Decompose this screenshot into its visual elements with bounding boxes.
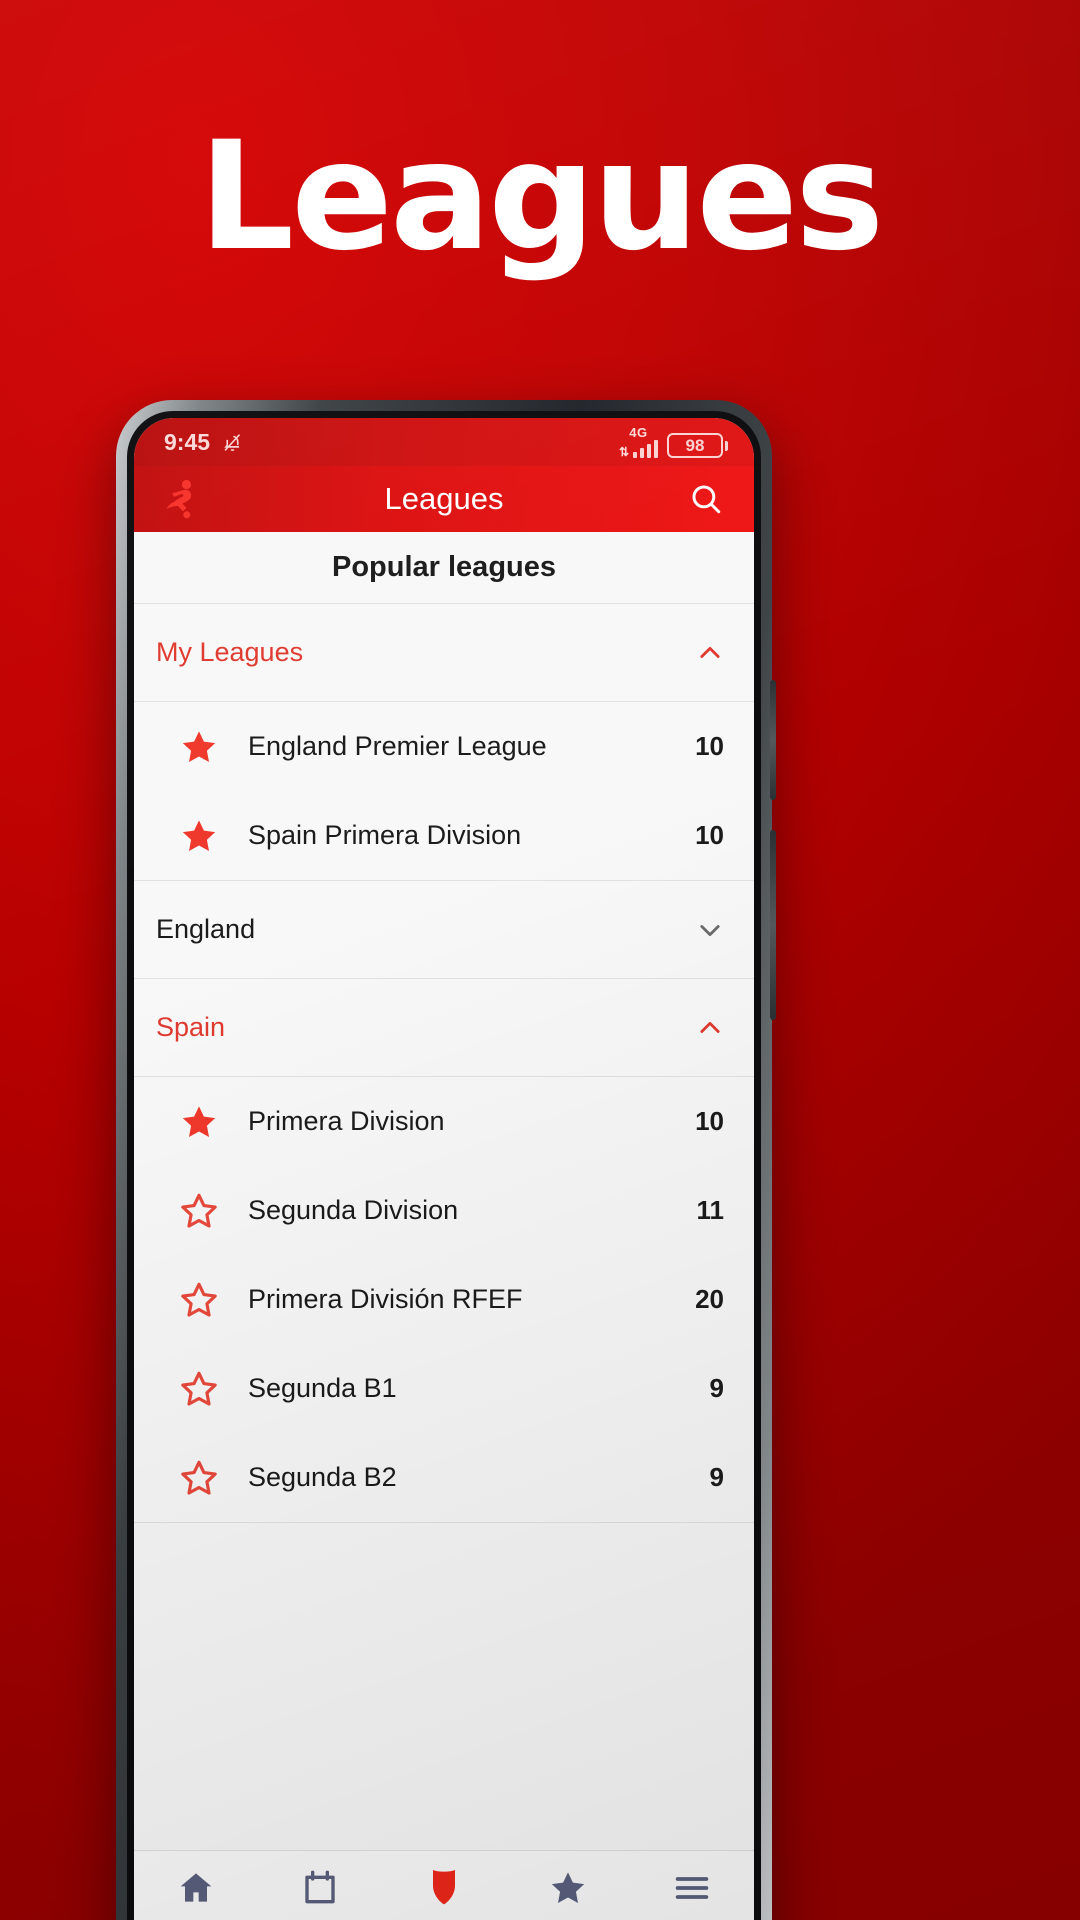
bell-muted-icon (224, 433, 241, 451)
favorite-toggle[interactable] (156, 1369, 242, 1409)
leagues-list[interactable]: Popular leagues My Leagues England Premie… (134, 532, 754, 1850)
hamburger-menu-icon (675, 1877, 709, 1899)
league-count: 20 (695, 1284, 724, 1314)
league-groups-container: My Leagues England Premier League 10 Spain … (134, 604, 754, 1523)
league-name: Segunda Division (248, 1195, 459, 1225)
shield-icon (433, 1870, 455, 1905)
league-group-header-england[interactable]: England (134, 881, 754, 979)
league-name: Spain Primera Division (248, 820, 522, 850)
star-outline-icon (181, 1282, 217, 1317)
league-group-header-spain[interactable]: Spain (134, 979, 754, 1077)
league-row[interactable]: Primera División RFEF 20 (134, 1255, 754, 1344)
league-count: 9 (709, 1462, 724, 1492)
data-arrows-icon: ⇅ (618, 445, 629, 459)
favorite-toggle[interactable] (156, 727, 242, 767)
phone-screen: 9:45 4G ⇅ 98 Leagues Popular leagues My … (134, 418, 754, 1920)
battery-cap (725, 440, 728, 451)
nav-item-home[interactable]: Home (134, 1851, 258, 1920)
power-button[interactable] (770, 830, 776, 1020)
nav-item-label: Predictions (263, 1916, 377, 1920)
search-button[interactable] (684, 477, 728, 521)
promo-headline: Leagues (198, 110, 885, 284)
signal-bar (633, 452, 637, 458)
league-count: 10 (695, 731, 724, 761)
signal-bar (640, 448, 644, 458)
nav-item-label: Home (165, 1916, 226, 1920)
chevron-down-icon (700, 924, 720, 936)
league-group-title: My Leagues (156, 637, 304, 667)
promo-background: Leagues 9:45 4G ⇅ 98 Leagues Popular lea… (0, 0, 1080, 1920)
league-group-title: England (156, 914, 256, 944)
signal-bar (647, 444, 651, 458)
favorite-toggle[interactable] (156, 816, 242, 856)
chevron-up-icon (700, 646, 720, 658)
signal-bar (654, 440, 658, 458)
status-time: 9:45 (164, 428, 211, 455)
star-filled-icon (182, 819, 216, 851)
league-count: 10 (695, 1106, 724, 1136)
league-name: Segunda B2 (248, 1462, 397, 1492)
league-name: Segunda B1 (248, 1373, 397, 1403)
chevron-up-icon (700, 1021, 720, 1033)
favorite-toggle[interactable] (156, 1280, 242, 1320)
star-outline-icon (181, 1460, 217, 1495)
status-bar-right: 4G ⇅ 98 (619, 426, 728, 458)
star-filled-icon (182, 730, 216, 762)
league-row[interactable]: Spain Primera Division 10 (134, 791, 754, 880)
star-outline-icon (181, 1371, 217, 1406)
favorite-toggle[interactable] (156, 1102, 242, 1142)
nav-item-label: Menu (663, 1916, 721, 1920)
league-name: Primera Division (248, 1106, 445, 1136)
nav-item-label: Leagues (400, 1916, 488, 1920)
battery-indicator: 98 (667, 433, 728, 458)
favorite-toggle[interactable] (156, 1458, 242, 1498)
battery-level-label: 98 (667, 433, 723, 458)
home-icon (180, 1873, 212, 1902)
nav-item-predictions[interactable]: Predictions (258, 1851, 382, 1920)
app-bar: Leagues (134, 466, 754, 532)
league-count: 9 (709, 1373, 724, 1403)
popular-leagues-header: Popular leagues (134, 532, 754, 604)
star-filled-icon (182, 1105, 216, 1137)
league-count: 11 (696, 1195, 725, 1225)
nav-item-leagues[interactable]: Leagues (382, 1851, 506, 1920)
league-group-header-my-leagues[interactable]: My Leagues (134, 604, 754, 702)
league-group-title: Spain (156, 1012, 226, 1042)
network-indicator: 4G ⇅ (619, 426, 658, 458)
league-row[interactable]: Primera Division 10 (134, 1077, 754, 1166)
nav-item-menu[interactable]: Menu (630, 1851, 754, 1920)
section-divider (134, 1522, 754, 1523)
nav-item-label: Favorites (521, 1916, 616, 1920)
league-row[interactable]: England Premier League 10 (134, 702, 754, 791)
league-row[interactable]: Segunda Division 11 (134, 1166, 754, 1255)
app-bar-title: Leagues (384, 481, 504, 516)
league-row[interactable]: Segunda B2 9 (134, 1433, 754, 1522)
phone-frame: 9:45 4G ⇅ 98 Leagues Popular leagues My … (116, 400, 776, 1920)
star-outline-icon (181, 1193, 217, 1228)
phone-bezel: 9:45 4G ⇅ 98 Leagues Popular leagues My … (127, 411, 761, 1920)
league-name: England Premier League (248, 731, 547, 761)
status-bar-left: 9:45 (164, 429, 243, 456)
network-type-label: 4G (629, 425, 648, 440)
signal-bars-icon: ⇅ (619, 440, 658, 458)
volume-button[interactable] (770, 680, 776, 800)
favorite-toggle[interactable] (156, 1191, 242, 1231)
search-icon (692, 485, 721, 514)
league-row[interactable]: Segunda B1 9 (134, 1344, 754, 1433)
soccer-player-logo-icon[interactable] (156, 475, 204, 523)
status-bar: 9:45 4G ⇅ 98 (134, 418, 754, 466)
league-name: Primera División RFEF (248, 1284, 523, 1314)
bottom-navigation: Home Predictions Leagues Favorites Menu (134, 1850, 754, 1920)
calendar-icon (305, 1870, 335, 1904)
league-count: 10 (695, 820, 724, 850)
star-icon (551, 1872, 585, 1903)
nav-item-favorites[interactable]: Favorites (506, 1851, 630, 1920)
